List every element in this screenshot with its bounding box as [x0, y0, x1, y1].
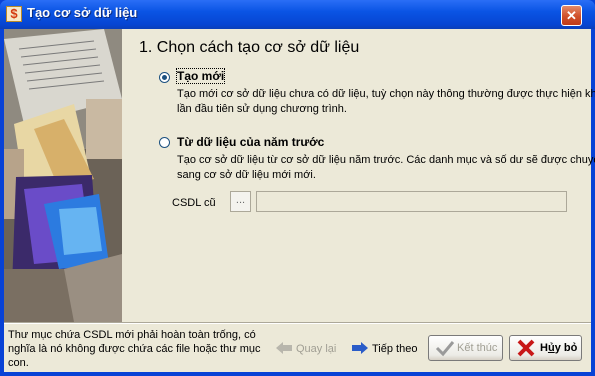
option-previous-label[interactable]: Từ dữ liệu của năm trước: [177, 135, 324, 149]
wizard-side-image: [4, 29, 123, 322]
cancel-label-prefix: H: [540, 342, 548, 354]
back-button[interactable]: Quay lại: [276, 340, 338, 358]
cancel-label-suffix: y bỏ: [554, 342, 578, 354]
dialog-client: 1. Chọn cách tạo cơ sở dữ liệu Tạo mới T…: [4, 29, 595, 372]
folder-hint: Thư mục chứa CSDL mới phải hoàn toàn trố…: [8, 329, 261, 369]
radio-previous-year[interactable]: [159, 137, 170, 148]
red-x-icon: [517, 339, 535, 357]
app-icon: $: [6, 6, 22, 22]
close-button[interactable]: ✕: [561, 5, 582, 26]
options-panel: 1. Chọn cách tạo cơ sở dữ liệu Tạo mới T…: [122, 29, 595, 322]
cancel-button[interactable]: Hủy bỏ: [509, 335, 582, 361]
finish-label: Kết thúc: [457, 342, 498, 354]
step-heading: 1. Chọn cách tạo cơ sở dữ liệu: [139, 39, 360, 56]
next-button[interactable]: Tiếp theo: [352, 340, 420, 358]
csdl-path-field[interactable]: [256, 191, 567, 212]
finish-button[interactable]: Kết thúc: [428, 335, 503, 361]
cancel-label-accel: ủ: [547, 342, 555, 354]
window-title: Tạo cơ sở dữ liệu: [27, 5, 138, 20]
wizard-illustration-icon: [4, 29, 122, 322]
option-new-label[interactable]: Tạo mới: [175, 68, 226, 84]
checkmark-icon: [435, 341, 455, 357]
option-new-description: Tạo mới cơ sở dữ liệu chưa có dữ liệu, t…: [177, 88, 595, 115]
title-bar[interactable]: $ Tạo cơ sở dữ liệu ✕: [0, 0, 595, 29]
radio-new[interactable]: [159, 72, 170, 83]
option-previous-description: Tạo cơ sở dữ liệu từ cơ sở dữ liệu năm t…: [177, 154, 595, 181]
arrow-left-icon: [276, 342, 292, 354]
arrow-right-icon: [352, 342, 368, 354]
cancel-label: Hủy bỏ: [540, 342, 577, 354]
next-label: Tiếp theo: [372, 343, 418, 355]
csdl-label: CSDL cũ: [172, 197, 216, 209]
browse-button[interactable]: ...: [230, 191, 251, 212]
footer-divider: [4, 322, 591, 324]
dialog-window: $ Tạo cơ sở dữ liệu ✕ 1. Chọn cách tạo c…: [0, 0, 595, 376]
back-label: Quay lại: [296, 343, 337, 355]
